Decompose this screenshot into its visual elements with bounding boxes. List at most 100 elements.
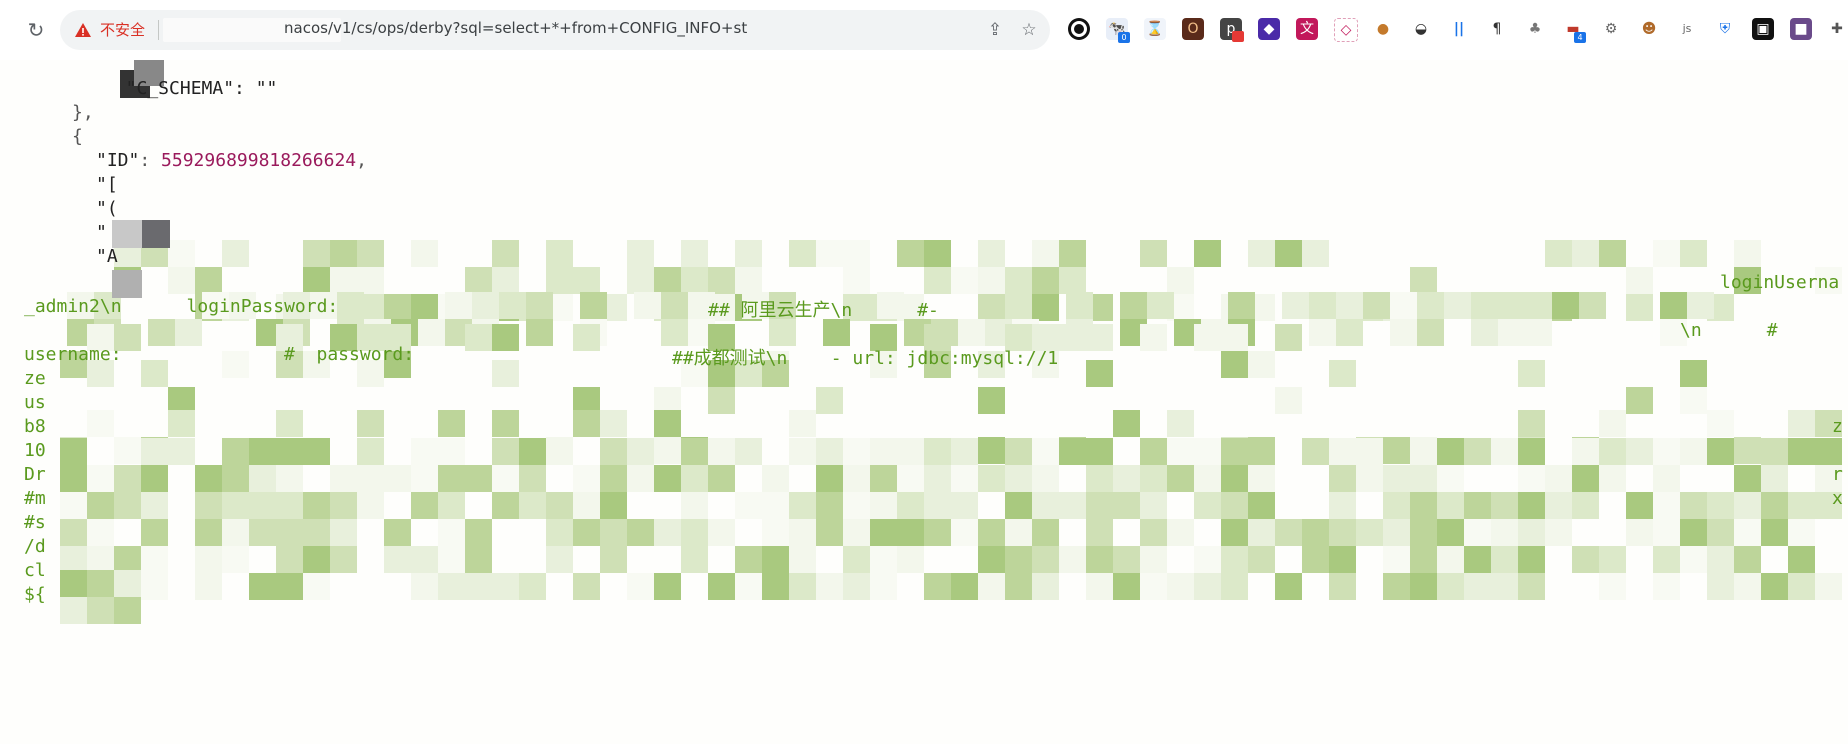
pixel-block [1113, 573, 1140, 600]
pixel-block [1761, 519, 1788, 546]
pixel-block [654, 465, 681, 492]
pixel-block [951, 438, 978, 465]
pixel-block [384, 294, 411, 321]
pixel-block [1437, 546, 1464, 573]
pixel-block [708, 387, 735, 414]
extension-square-icon[interactable]: ■ [1790, 18, 1812, 40]
pixel-block [114, 492, 141, 519]
extension-puzzle-icon[interactable]: ✚ [1826, 18, 1848, 40]
share-icon[interactable]: ⇪ [984, 19, 1006, 41]
bookmark-star-icon[interactable]: ☆ [1018, 19, 1040, 41]
extension-badge: 4 [1574, 32, 1586, 43]
pixel-block [1194, 465, 1221, 492]
security-status-label[interactable]: 不安全 [100, 19, 145, 40]
content-text: #s [24, 512, 46, 533]
extension-gear-icon[interactable]: ⚙ [1600, 18, 1622, 40]
pixel-block [1032, 294, 1059, 321]
pixel-block [789, 546, 816, 573]
pixel-block [681, 546, 708, 573]
extension-p-icon[interactable]: p [1220, 18, 1244, 42]
json-line: }, [72, 102, 94, 123]
pixel-block [60, 570, 87, 597]
pixel-block [1309, 319, 1336, 346]
extension-badge: 0 [1118, 32, 1130, 43]
extension-diamond-icon[interactable]: ◇ [1334, 18, 1358, 42]
pixel-block [1113, 465, 1140, 492]
pixel-block [1545, 465, 1572, 492]
json-id-line: "ID": 559296899818266624, [96, 150, 367, 171]
pixel-block [1626, 519, 1653, 546]
extension-circle-icon[interactable] [1068, 18, 1090, 40]
pixel-block [573, 324, 600, 351]
pixel-block [276, 492, 303, 519]
pixel-block [1140, 465, 1167, 492]
pixel-block [1059, 267, 1086, 294]
pixel-block [1761, 438, 1788, 465]
pixel-block [1356, 519, 1383, 546]
pixel-block [1518, 360, 1545, 387]
pixel-block [114, 546, 141, 573]
extension-o-icon[interactable]: O [1182, 18, 1204, 40]
pixel-block [978, 294, 1005, 321]
pixel-block [1518, 465, 1545, 492]
json-line: { [72, 126, 83, 147]
pixel-block [1572, 240, 1599, 267]
pixel-block [789, 492, 816, 519]
pixel-block [1248, 492, 1275, 519]
extension-spy-icon[interactable]: ♣ [1524, 18, 1546, 40]
extension-pilcrow-icon[interactable]: ¶ [1486, 18, 1508, 40]
pixel-block [1113, 492, 1140, 519]
reload-icon[interactable]: ↻ [22, 16, 50, 44]
extension-hourglass-icon[interactable]: ⌛ [1144, 18, 1166, 40]
extension-translate-icon[interactable]: 文 [1296, 18, 1318, 40]
extension-bars-icon[interactable]: || [1448, 18, 1470, 40]
extension-ninja-icon[interactable]: ▬ 4 [1562, 18, 1586, 43]
pixel-block [1653, 519, 1680, 546]
pixel-block [1437, 438, 1464, 465]
extension-layers-icon[interactable]: ◆ [1258, 18, 1280, 40]
pixel-block [195, 546, 222, 573]
pixel-block [1194, 438, 1221, 465]
pixel-block [276, 438, 303, 465]
pixel-block [1167, 519, 1194, 546]
extension-cow-icon[interactable]: 🐄 0 [1106, 18, 1130, 43]
pixel-block [627, 267, 654, 294]
pixel-block [357, 438, 384, 465]
pixel-block [573, 465, 600, 492]
pixel-block [276, 546, 303, 573]
pixel-block [1653, 240, 1680, 267]
pixel-block [1302, 240, 1329, 267]
pixel-block [897, 519, 924, 546]
pixel-block [924, 267, 951, 294]
url-text[interactable]: nacos/v1/cs/ops/derby?sql=select+*+from+… [284, 19, 747, 37]
pixel-block [411, 492, 438, 519]
pixel-block [1005, 465, 1032, 492]
extension-mask-icon[interactable]: ▣ [1752, 18, 1774, 40]
address-bar[interactable]: 不安全 nacos/v1/cs/ops/derby?sql=select+*+f… [60, 10, 1050, 50]
pixel-block [330, 267, 357, 294]
pixel-block [1356, 465, 1383, 492]
json-line: "C_SCHEMA": "" [104, 78, 278, 99]
pixel-block [1410, 492, 1437, 519]
pixel-block [843, 465, 870, 492]
pixel-block [789, 573, 816, 600]
pixel-block [789, 438, 816, 465]
pixel-block [1707, 492, 1734, 519]
pixel-block [141, 360, 168, 387]
warning-icon[interactable] [74, 21, 92, 39]
pixel-block [978, 437, 1005, 464]
pixel-block [1491, 438, 1518, 465]
extension-js-icon[interactable]: js [1676, 18, 1698, 40]
content-text: ## 阿里云生产\n #- [708, 300, 950, 321]
pixel-block [1228, 292, 1255, 319]
extension-cookie-icon[interactable]: ● [1372, 18, 1394, 40]
extension-face-icon[interactable]: ☻ [1638, 18, 1660, 40]
pixel-block [330, 492, 357, 519]
extension-hat-icon[interactable]: ◒ [1410, 18, 1432, 40]
pixel-block [1336, 319, 1363, 346]
extension-shield-icon[interactable]: ⛨ [1714, 18, 1736, 40]
pixel-block [870, 438, 897, 465]
pixel-block [195, 465, 222, 492]
pixel-block [411, 573, 438, 600]
pixel-block [1464, 573, 1491, 600]
